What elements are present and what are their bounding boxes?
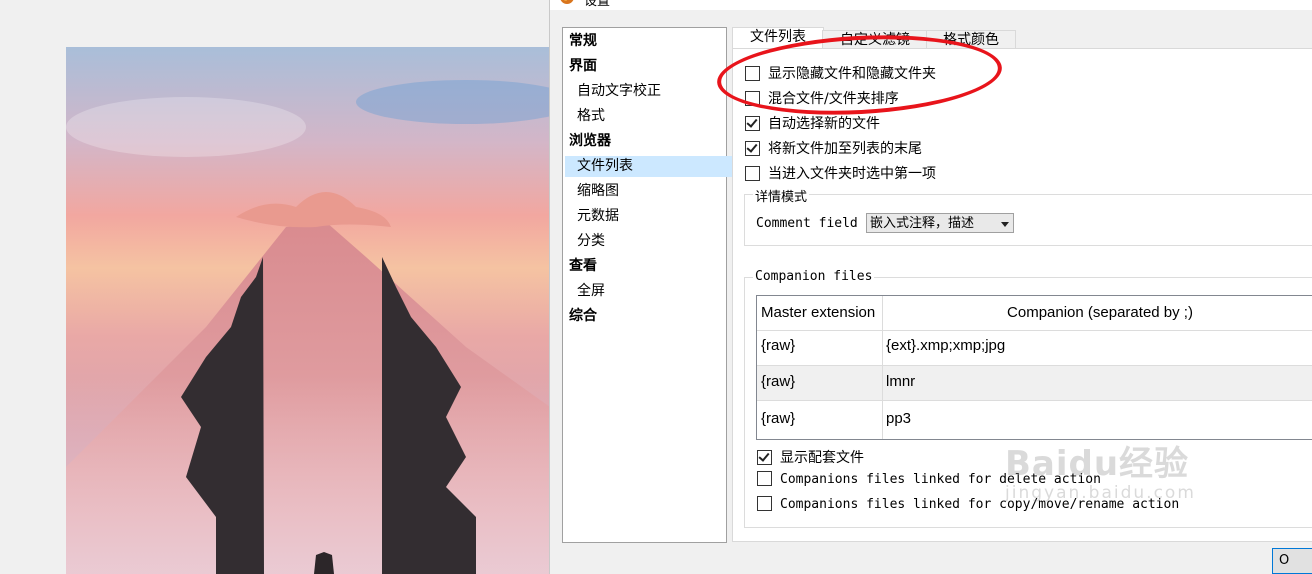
append-new-checkbox[interactable] <box>745 140 760 156</box>
option-show-hidden[interactable]: 显示隐藏文件和隐藏文件夹 <box>745 63 936 82</box>
table-row-alt-bg <box>757 365 1312 400</box>
table-cell-master[interactable]: {raw} <box>761 410 795 427</box>
table-divider <box>757 400 1312 401</box>
select-first-label: 当进入文件夹时选中第一项 <box>768 166 936 182</box>
companions-copy-label: Companions files linked for copy/move/re… <box>780 497 1180 512</box>
window-title: 设置 <box>584 0 611 9</box>
show-hidden-label: 显示隐藏文件和隐藏文件夹 <box>768 66 936 82</box>
tab-custom-filter[interactable]: 自定义滤镜 <box>822 30 928 50</box>
mixed-sort-label: 混合文件/文件夹排序 <box>768 91 899 107</box>
auto-select-new-label: 自动选择新的文件 <box>768 116 880 132</box>
tab-format-colors[interactable]: 格式颜色 <box>926 30 1016 50</box>
table-cell-companion[interactable]: pp3 <box>886 410 911 427</box>
table-divider <box>757 330 1312 331</box>
show-hidden-checkbox[interactable] <box>745 65 760 81</box>
table-cell-companion[interactable]: {ext}.xmp;xmp;jpg <box>886 337 1005 354</box>
mixed-sort-checkbox[interactable] <box>745 90 760 106</box>
tree-item-browser[interactable]: 浏览器 <box>565 131 726 152</box>
table-cell-companion[interactable]: lmnr <box>886 373 915 390</box>
option-append-new[interactable]: 将新文件加至列表的末尾 <box>745 138 922 157</box>
comment-field-select[interactable]: 嵌入式注释，描述 <box>866 213 1014 233</box>
auto-select-new-checkbox[interactable] <box>745 115 760 131</box>
background-photo <box>66 47 550 574</box>
settings-dialog: 设置 常规 界面 自动文字校正 格式 浏览器 文件列表 缩略图 元数据 分类 查… <box>549 0 1312 574</box>
tree-item-format[interactable]: 格式 <box>565 106 734 127</box>
tree-item-general[interactable]: 常规 <box>565 31 726 52</box>
tree-item-misc[interactable]: 综合 <box>565 306 726 327</box>
tree-item-autocorrect[interactable]: 自动文字校正 <box>565 81 734 102</box>
companion-files-group-label: Companion files <box>753 269 875 284</box>
append-new-label: 将新文件加至列表的末尾 <box>768 141 922 157</box>
option-companions-copy[interactable]: Companions files linked for copy/move/re… <box>757 496 1180 515</box>
select-first-checkbox[interactable] <box>745 165 760 181</box>
companions-copy-checkbox[interactable] <box>757 496 772 511</box>
option-select-first[interactable]: 当进入文件夹时选中第一项 <box>745 163 936 182</box>
option-mixed-sort[interactable]: 混合文件/文件夹排序 <box>745 88 899 107</box>
app-icon <box>560 0 574 4</box>
table-divider <box>757 365 1312 366</box>
table-cell-master[interactable]: {raw} <box>761 337 795 354</box>
tree-item-file-list[interactable]: 文件列表 <box>565 156 734 177</box>
settings-category-tree: 常规 界面 自动文字校正 格式 浏览器 文件列表 缩略图 元数据 分类 查看 全… <box>562 27 734 543</box>
table-cell-master[interactable]: {raw} <box>761 373 795 390</box>
chevron-down-icon <box>1001 222 1009 227</box>
tree-item-interface[interactable]: 界面 <box>565 56 726 77</box>
companions-delete-label: Companions files linked for delete actio… <box>780 472 1101 487</box>
title-bar: 设置 <box>550 0 1312 10</box>
column-header-master[interactable]: Master extension <box>761 304 879 321</box>
tree-item-fullscreen[interactable]: 全屏 <box>565 281 734 302</box>
tree-item-categories[interactable]: 分类 <box>565 231 734 252</box>
ok-button[interactable]: O <box>1272 548 1312 574</box>
detail-mode-group-label: 详情模式 <box>753 186 810 205</box>
companions-delete-checkbox[interactable] <box>757 471 772 486</box>
show-companions-checkbox[interactable] <box>757 449 772 465</box>
option-show-companions[interactable]: 显示配套文件 <box>757 447 864 466</box>
show-companions-label: 显示配套文件 <box>780 450 864 466</box>
tree-item-thumbnails[interactable]: 缩略图 <box>565 181 734 202</box>
comment-field-label: Comment field <box>756 216 858 231</box>
column-header-companion[interactable]: Companion (separated by ;) <box>883 304 1312 321</box>
temple-gate-illustration <box>66 80 550 574</box>
comment-field-value: 嵌入式注释，描述 <box>870 216 975 231</box>
option-auto-select-new[interactable]: 自动选择新的文件 <box>745 113 880 132</box>
tree-item-view[interactable]: 查看 <box>565 256 726 277</box>
option-companions-delete[interactable]: Companions files linked for delete actio… <box>757 471 1101 490</box>
tree-item-metadata[interactable]: 元数据 <box>565 206 734 227</box>
tab-file-list[interactable]: 文件列表 <box>732 27 824 50</box>
companion-files-table[interactable]: Master extension Companion (separated by… <box>756 295 1312 440</box>
